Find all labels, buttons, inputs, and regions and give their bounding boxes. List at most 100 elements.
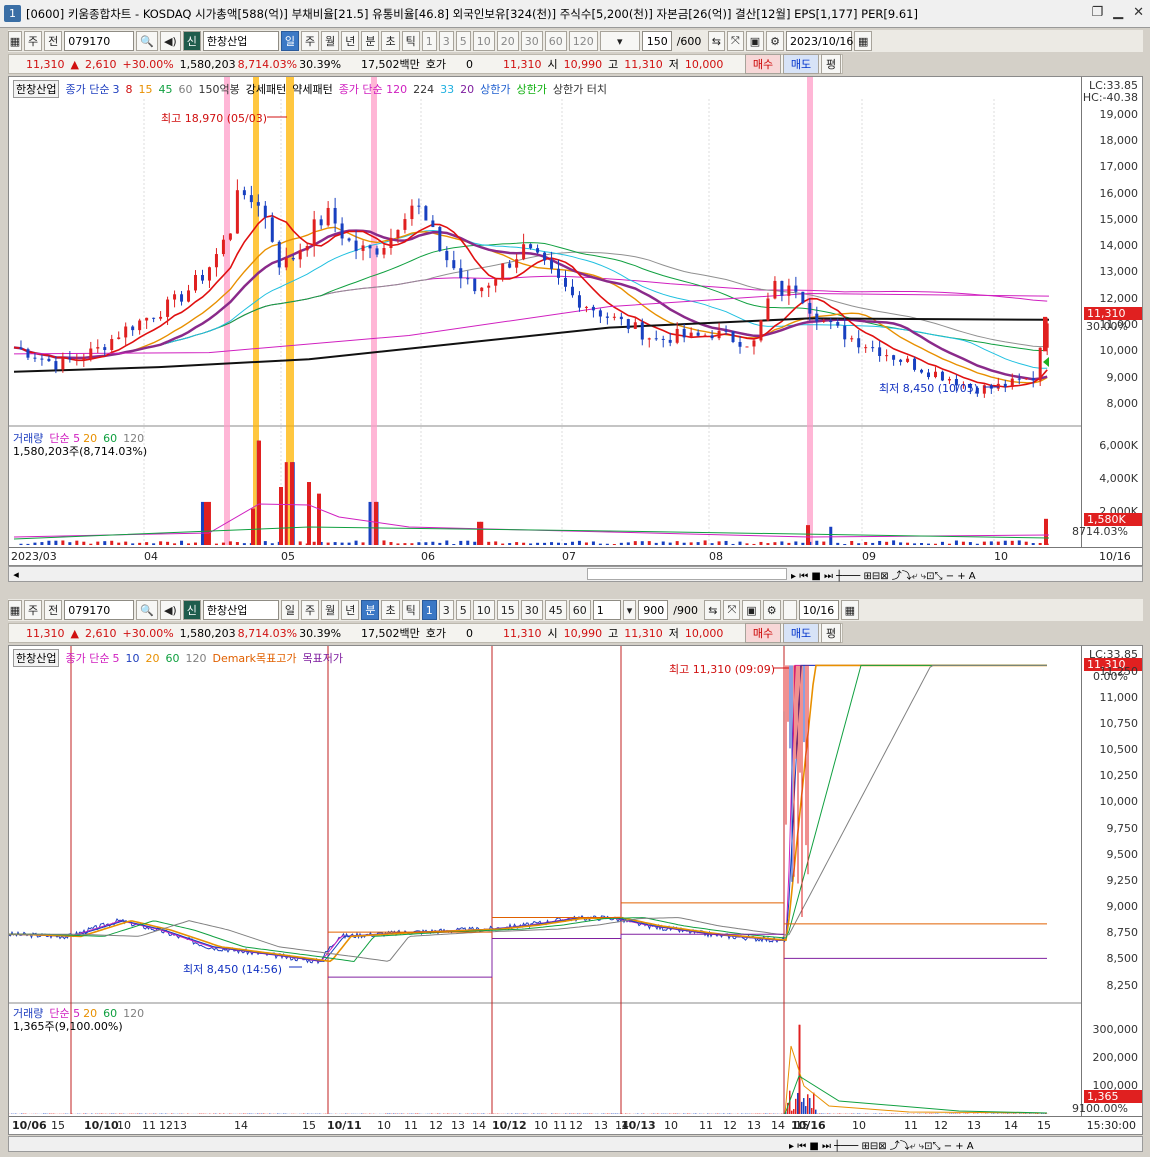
sell-button[interactable]: 매도 <box>783 623 819 643</box>
num-5[interactable]: 5 <box>455 600 471 620</box>
period-month[interactable]: 월 <box>321 31 340 51</box>
top-chart-area[interactable]: LC:33.85 HC:-40.38 19,000 18,000 17,000 16,… <box>8 76 1143 566</box>
num-45[interactable]: 45 <box>544 600 567 620</box>
period-tick[interactable]: 틱 <box>401 600 420 620</box>
low-value: 10,000 <box>684 57 724 71</box>
num-60[interactable]: 60 <box>568 600 591 620</box>
minimize-icon[interactable]: ▁ <box>1113 5 1123 20</box>
sound-icon[interactable]: ◀) <box>159 600 181 620</box>
date-checkbox[interactable] <box>782 600 797 620</box>
close-icon[interactable]: ✕ <box>1133 5 1144 20</box>
tool-icon-1[interactable]: ⇆ <box>707 31 725 51</box>
num-30[interactable]: 30 <box>520 31 543 51</box>
interval-dropdown[interactable]: ▾ <box>622 600 637 620</box>
avg-button[interactable]: 평 <box>821 623 841 643</box>
top-scrollbar[interactable]: ◂ ▸ ⏮ ■ ⏭ ┼─── ⊞⊟⊠ ⤴⤵⤶ ⤷⊡⤡ − + A <box>8 566 1143 582</box>
volume-bar <box>214 543 218 545</box>
volume-bar <box>26 543 30 545</box>
name-field[interactable]: 한창산업 <box>202 31 279 51</box>
candle-body <box>110 339 114 351</box>
period-month[interactable]: 월 <box>321 600 340 620</box>
period-year[interactable]: 년 <box>341 600 360 620</box>
save-icon[interactable]: ▣ <box>742 600 761 620</box>
candle-body <box>312 219 316 247</box>
period-year[interactable]: 년 <box>341 31 360 51</box>
period-day[interactable]: 일 <box>280 31 299 51</box>
code-input[interactable]: 079170 <box>64 600 135 620</box>
type2-select[interactable]: 전 <box>44 600 63 620</box>
scroll-controls[interactable]: ▸ ⏮ ■ ⏭ ┼─── ⊞⊟⊠ ⤴⤵⤶ ⤷⊡⤡ − + A <box>791 567 976 582</box>
search-icon[interactable]: 🔍 <box>136 600 158 620</box>
candle-body <box>522 244 526 260</box>
period-second[interactable]: 초 <box>381 600 400 620</box>
x-tick-label: 14 <box>771 1119 785 1132</box>
type-select[interactable]: 주 <box>24 31 43 51</box>
buy-button[interactable]: 매수 <box>745 54 781 74</box>
period-week[interactable]: 주 <box>300 31 320 51</box>
grid-icon[interactable]: ▦ <box>8 600 22 620</box>
gear-icon[interactable]: ⚙ <box>762 600 781 620</box>
num-30[interactable]: 30 <box>520 600 543 620</box>
volume-pct-label: 9100.00% <box>1072 1102 1128 1115</box>
hoga-label: 호가 <box>425 627 447 640</box>
num-60[interactable]: 60 <box>544 31 567 51</box>
period-minute[interactable]: 분 <box>361 600 380 620</box>
tool-icon-1[interactable]: ⇆ <box>704 600 722 620</box>
legend-150: 150억봉 <box>198 83 240 96</box>
type2-select[interactable]: 전 <box>44 31 63 51</box>
num-3[interactable]: 3 <box>438 31 454 51</box>
period-day[interactable]: 일 <box>280 600 299 620</box>
tool-icon-2[interactable]: ⤧ <box>723 600 741 620</box>
interval-field[interactable]: 1 <box>592 600 621 620</box>
period-minute[interactable]: 분 <box>361 31 380 51</box>
save-icon[interactable]: ▣ <box>745 31 765 51</box>
tool-icon-2[interactable]: ⤧ <box>726 31 744 51</box>
num-20[interactable]: 20 <box>496 31 519 51</box>
candle-body <box>33 357 37 359</box>
calendar-icon[interactable]: ▦ <box>854 31 873 51</box>
num-15[interactable]: 15 <box>496 600 519 620</box>
avg-button[interactable]: 평 <box>821 54 841 74</box>
bottom-scrollbar[interactable]: ▸ ⏮ ■ ⏭ ┼─── ⊞⊟⊠ ⤴⤵⤶ ⤷⊡⤡ − + A <box>8 1136 1143 1152</box>
sell-button[interactable]: 매도 <box>783 54 819 74</box>
legend-name[interactable]: 한창산업 <box>13 649 60 667</box>
period-tick[interactable]: 틱 <box>401 31 420 51</box>
name-field[interactable]: 한창산업 <box>202 600 279 620</box>
count-field[interactable]: 900 <box>638 600 669 620</box>
num-1[interactable]: 1 <box>421 31 437 51</box>
period-second[interactable]: 초 <box>381 31 400 51</box>
gear-icon[interactable]: ⚙ <box>766 31 785 51</box>
candle-body <box>640 322 644 340</box>
sound-icon[interactable]: ◀) <box>159 31 181 51</box>
top-y-axis: LC:33.85 HC:-40.38 19,000 18,000 17,000 16,… <box>1072 77 1142 565</box>
count-field[interactable]: 150 <box>641 31 672 51</box>
legend-name[interactable]: 한창산업 <box>13 80 60 98</box>
buy-button[interactable]: 매수 <box>745 623 781 643</box>
restore-icon[interactable]: ❐ <box>1091 5 1103 20</box>
volume-bar <box>19 543 23 545</box>
candle-body <box>473 278 477 292</box>
num-10[interactable]: 10 <box>472 600 495 620</box>
date-field[interactable]: 2023/10/16 <box>786 31 853 51</box>
calendar-icon[interactable]: ▦ <box>840 600 859 620</box>
bottom-chart-area[interactable]: LC:33.85 11,310 0.00% 11,250 11,000 10,750… <box>8 645 1143 1135</box>
interval-dropdown[interactable]: ▾ <box>599 31 640 51</box>
date-field[interactable]: 10/16 <box>798 600 839 620</box>
search-icon[interactable]: 🔍 <box>136 31 158 51</box>
period-week[interactable]: 주 <box>300 600 320 620</box>
scroll-thumb[interactable] <box>587 568 787 580</box>
candle-body <box>424 206 428 221</box>
num-120[interactable]: 120 <box>568 31 598 51</box>
candle-body <box>661 338 665 340</box>
num-5[interactable]: 5 <box>455 31 471 51</box>
scroll-left-icon[interactable]: ◂ <box>9 568 23 581</box>
code-input[interactable]: 079170 <box>64 31 135 51</box>
num-10[interactable]: 10 <box>472 31 495 51</box>
scroll-controls[interactable]: ▸ ⏮ ■ ⏭ ┼─── ⊞⊟⊠ ⤴⤵⤶ ⤷⊡⤡ − + A <box>789 1137 974 1152</box>
grid-icon[interactable]: ▦ <box>8 31 22 51</box>
num-3[interactable]: 3 <box>438 600 454 620</box>
type-select[interactable]: 주 <box>24 600 43 620</box>
title-bar: 1 [0600] 키움종합차트 - KOSDAQ 시가총액[588(억)] 부채… <box>0 0 1150 28</box>
num-1[interactable]: 1 <box>421 600 437 620</box>
candle-body <box>221 239 225 255</box>
